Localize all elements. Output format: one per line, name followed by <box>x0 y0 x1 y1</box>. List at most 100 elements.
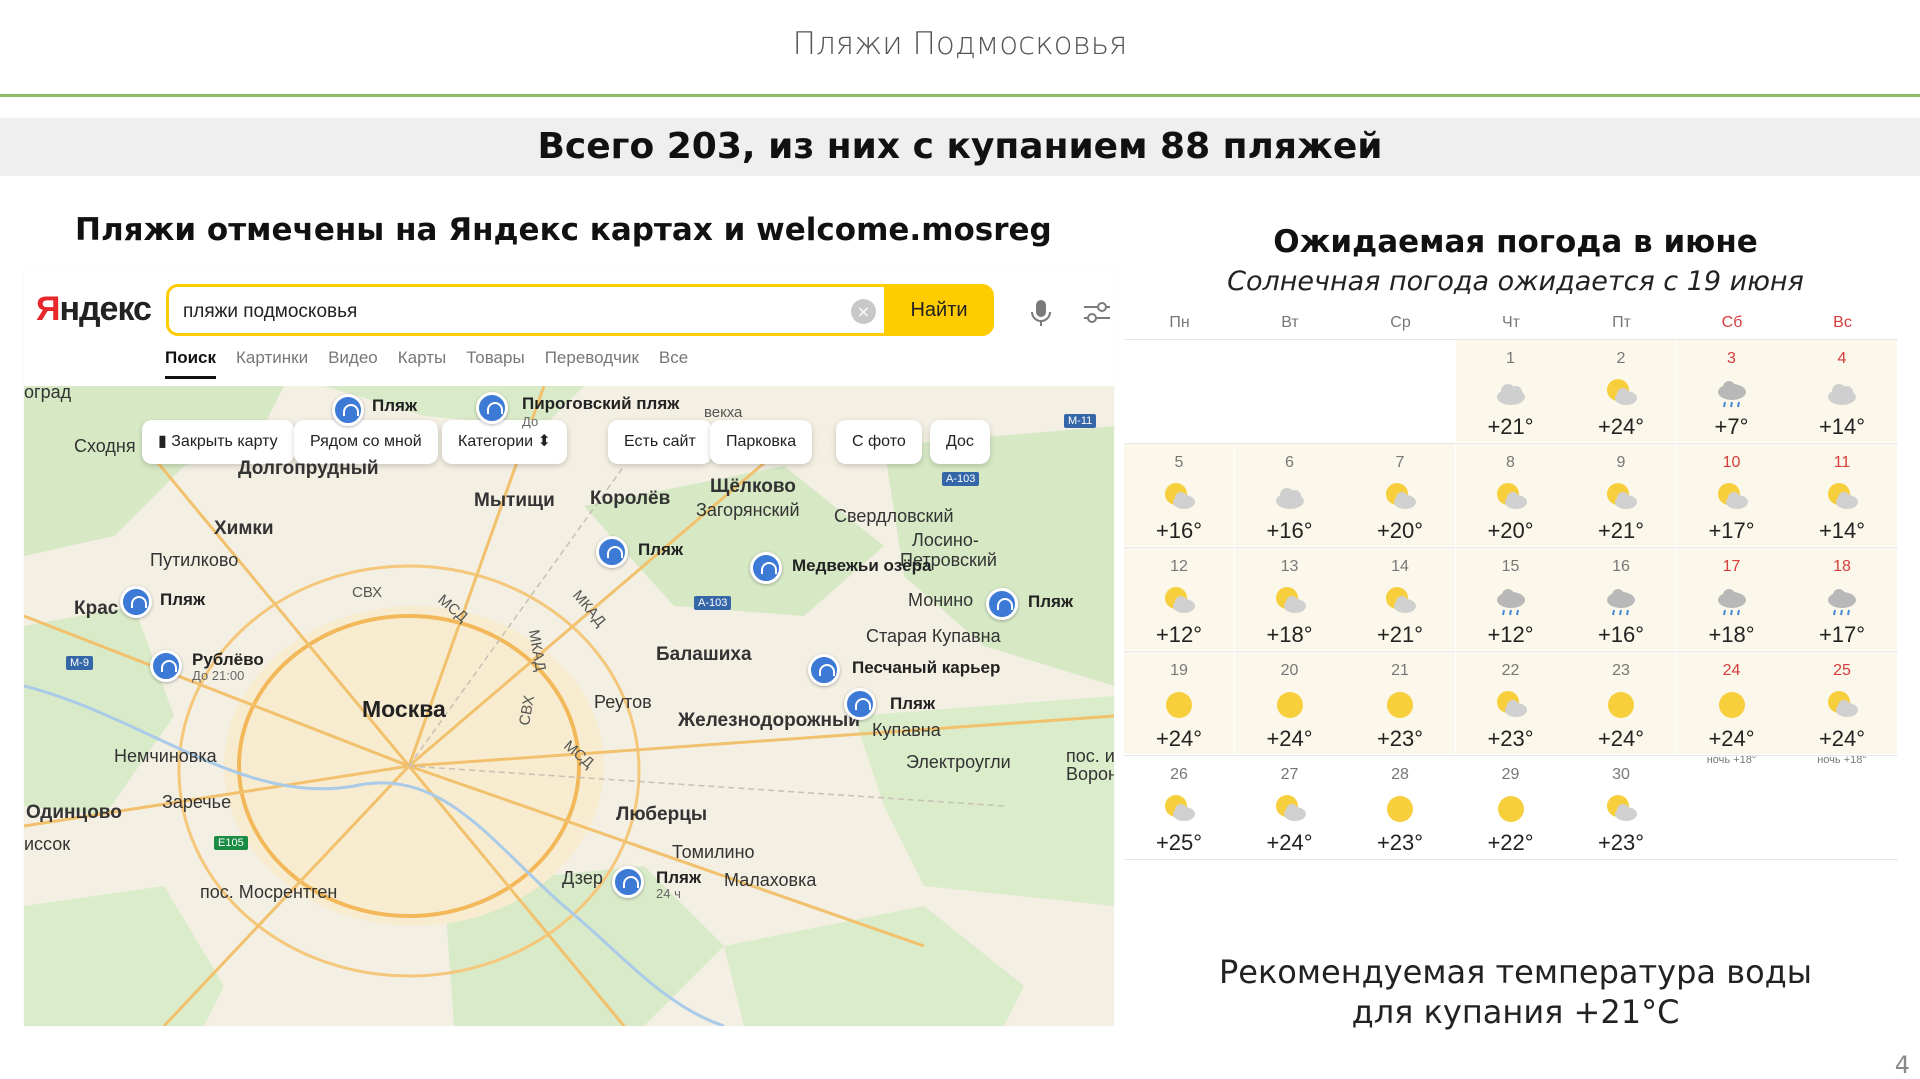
tab-video[interactable]: Видео <box>328 348 378 379</box>
day-number: 30 <box>1612 766 1630 783</box>
day-number: 11 <box>1833 454 1851 471</box>
cloud-icon <box>1496 384 1525 405</box>
beach-pin[interactable] <box>332 394 364 426</box>
map-label: иссок <box>24 834 71 854</box>
map-label: Королёв <box>590 488 671 509</box>
day-number: 8 <box>1506 454 1515 471</box>
day-number: 19 <box>1170 662 1188 679</box>
day-temperature: +17° <box>1818 622 1866 647</box>
beach-pin[interactable] <box>986 588 1018 620</box>
day-temperature: +21° <box>1487 414 1534 439</box>
search-input[interactable]: пляжи подмосковья <box>183 301 357 323</box>
pin-label: Медвежьи озёра <box>792 556 932 575</box>
map-label: Томилино <box>672 842 755 862</box>
settings-sliders-icon[interactable] <box>1080 296 1114 330</box>
map-label: Старая Купавна <box>866 626 1001 646</box>
find-button[interactable]: Найти <box>884 284 994 336</box>
more-chip[interactable]: Дос <box>930 420 990 464</box>
cloud-icon <box>1275 488 1304 509</box>
parking-chip[interactable]: Парковка <box>710 420 813 464</box>
day-number: 20 <box>1280 662 1299 679</box>
sun-icon <box>1718 692 1745 718</box>
close-map-icon: ▮ <box>158 433 172 450</box>
day-cell: 30 +23° <box>1566 756 1676 858</box>
tab-all[interactable]: Все <box>659 348 688 379</box>
beach-pin[interactable] <box>596 536 628 568</box>
with-photo-chip[interactable]: С фото <box>836 420 922 464</box>
weather-title: Ожидаемая погода в июне <box>1273 224 1758 260</box>
beach-pin[interactable] <box>808 654 840 686</box>
day-number: 6 <box>1285 454 1294 471</box>
day-temperature: +24° <box>1266 726 1313 751</box>
day-number: 1 <box>1506 350 1515 367</box>
map-label: Долгопрудный <box>238 458 379 479</box>
sun-icon <box>1387 692 1413 718</box>
beach-pin[interactable] <box>476 392 508 424</box>
calendar-row-divider <box>1124 443 1898 444</box>
sun-cloud-icon <box>1607 795 1637 821</box>
tab-maps[interactable]: Карты <box>398 348 446 379</box>
day-temperature: +23° <box>1376 830 1424 855</box>
beach-pin[interactable] <box>844 688 876 720</box>
map-label: Загорянский <box>696 500 800 520</box>
weekday-header: Сб <box>1721 314 1743 331</box>
sun-icon <box>1608 692 1634 718</box>
tab-translator[interactable]: Переводчик <box>545 348 639 379</box>
day-temperature: +23° <box>1487 726 1534 751</box>
beach-pin[interactable] <box>612 866 644 898</box>
day-cell: 28 +23° <box>1345 756 1455 858</box>
map-label: Одинцово <box>26 802 122 823</box>
day-temperature: +14° <box>1818 414 1866 439</box>
day-temperature: +14° <box>1818 518 1866 543</box>
day-cell: 22+23°ночь +17° <box>1455 652 1566 766</box>
day-temperature: +24° <box>1597 726 1645 751</box>
day-cell: 4+14°ночь +5° <box>1787 340 1897 454</box>
day-number: 5 <box>1174 454 1184 471</box>
tab-goods[interactable]: Товары <box>466 348 524 379</box>
yandex-logo[interactable]: Яндекс <box>36 290 152 329</box>
map-label: Путилково <box>150 550 239 570</box>
day-cell: 12+12°ночь +8° <box>1124 548 1234 662</box>
day-temperature: +23° <box>1376 726 1424 751</box>
day-number: 7 <box>1395 454 1405 471</box>
yandex-maps-screenshot: Яндекс пляжи подмосковья × Найти Поиск К… <box>24 268 1114 1026</box>
pin-sublabel: До <box>522 414 539 429</box>
day-cell: 18+17°ночь +14° <box>1787 548 1897 662</box>
categories-chip[interactable]: Категории ⬍ <box>442 420 567 464</box>
left-heading: Пляжи отмечены на Яндекс картах и welcom… <box>75 212 1052 248</box>
pin-label: Рублёво <box>192 650 264 669</box>
day-cell: 25 +24° ночь +18° <box>1787 652 1897 766</box>
water-note-line2: для купания +21°С <box>1351 993 1680 1031</box>
day-cell: 29 +22° <box>1455 756 1566 858</box>
map-label: Мытищи <box>474 490 555 511</box>
day-number: 21 <box>1391 662 1409 679</box>
day-number: 13 <box>1280 558 1299 575</box>
tab-images[interactable]: Картинки <box>236 348 308 379</box>
day-cell: 5+16°ночь +9° <box>1124 444 1234 558</box>
beach-pin[interactable] <box>120 586 152 618</box>
map-label: Щёлково <box>710 476 796 497</box>
pin-label: Пляж <box>890 694 935 713</box>
day-number: 2 <box>1616 350 1626 367</box>
map-view[interactable]: ▮ Закрыть карту Рядом со мной Категории … <box>24 386 1114 1026</box>
clear-search-icon[interactable]: × <box>851 299 876 324</box>
map-label: пос. Мосрентген <box>200 882 338 902</box>
road-badge: Е105 <box>214 836 248 850</box>
beach-pin[interactable] <box>150 650 182 682</box>
beach-pin[interactable] <box>750 552 782 584</box>
map-label: Свердловский <box>834 506 954 526</box>
road-badge: А-103 <box>694 596 732 610</box>
page-number: 4 <box>1894 1051 1910 1079</box>
sun-cloud-icon <box>1607 483 1637 509</box>
microphone-icon[interactable] <box>1024 296 1058 330</box>
tab-search[interactable]: Поиск <box>165 348 217 379</box>
sun-cloud-icon <box>1607 379 1637 405</box>
weekday-header: Пн <box>1169 314 1190 331</box>
day-cell: 13+18°ночь +6° <box>1234 548 1345 662</box>
map-label: Железнодорожный <box>678 710 860 731</box>
has-site-chip[interactable]: Есть сайт <box>608 420 712 464</box>
day-cell: 9+21°ночь +12° <box>1566 444 1676 558</box>
water-note-line1: Рекомендуемая температура воды <box>1218 953 1813 991</box>
day-number: 16 <box>1612 558 1630 575</box>
search-box[interactable]: пляжи подмосковья × Найти <box>166 284 994 336</box>
